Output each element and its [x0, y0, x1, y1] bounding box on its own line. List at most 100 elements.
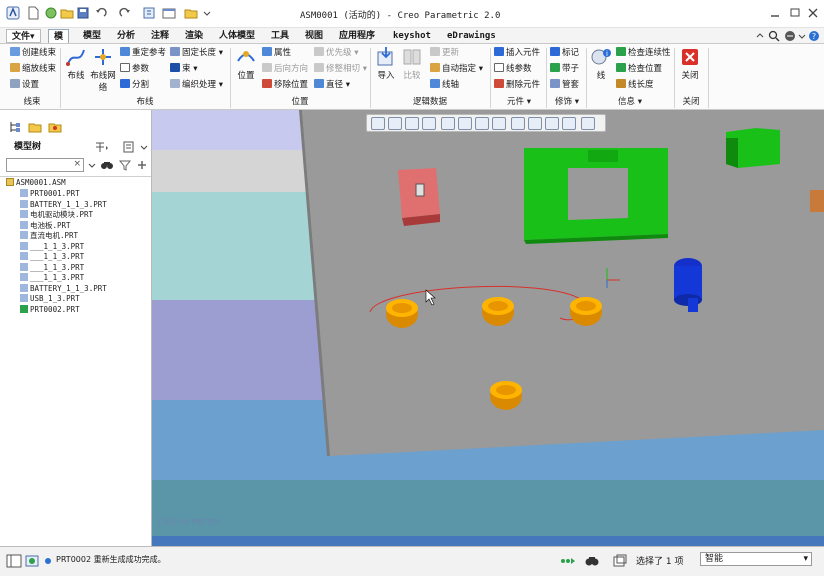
new-file-icon[interactable]: [26, 6, 40, 20]
insert-component-button[interactable]: 插入元件: [494, 47, 540, 59]
tree-item[interactable]: PRT0001.PRT: [20, 189, 80, 200]
chevron-down-icon[interactable]: [202, 6, 216, 20]
view-manager-icon[interactable]: [475, 117, 489, 130]
tab-applications[interactable]: 应用程序: [334, 29, 380, 43]
tab-model[interactable]: 模型: [78, 29, 106, 43]
graphics-viewport[interactable]: 工作区/(设 PRJCO0): [152, 110, 824, 546]
annotation-display-icon[interactable]: [581, 117, 595, 130]
braid-button[interactable]: 编织处理 ▾: [170, 79, 223, 91]
tab-annotate[interactable]: 注释: [146, 29, 174, 43]
open-icon[interactable]: [44, 6, 58, 20]
priority-button[interactable]: 优先级 ▾: [314, 47, 358, 59]
spool-button[interactable]: 线轴: [430, 79, 459, 91]
tab-file[interactable]: 文件▾: [6, 29, 41, 43]
tree-item[interactable]: PRT0002.PRT: [20, 304, 80, 316]
axis-display-icon[interactable]: [528, 117, 542, 130]
tree-item[interactable]: BATTERY_1_1_3.PRT: [20, 199, 107, 211]
tape-button[interactable]: 带子: [550, 63, 579, 75]
save-icon[interactable]: [76, 6, 90, 20]
redo-icon[interactable]: [118, 6, 132, 20]
tree-item[interactable]: 直流电机.PRT: [20, 231, 78, 242]
chevron-down-icon[interactable]: [88, 158, 96, 172]
fixed-length-button[interactable]: 固定长度 ▾: [170, 47, 223, 59]
reroute-button[interactable]: 重定参考: [120, 47, 166, 59]
selection-box-icon[interactable]: [612, 553, 628, 569]
marker-button[interactable]: 标记: [550, 47, 579, 59]
undo-icon[interactable]: [94, 6, 108, 20]
tab-keyshot[interactable]: keyshot: [388, 29, 436, 43]
tree-settings-icon[interactable]: [94, 140, 110, 154]
display-style-icon[interactable]: [441, 117, 455, 130]
wire-info-button[interactable]: i 线: [590, 46, 612, 82]
update-button[interactable]: 更新: [430, 47, 459, 59]
tab-edrawings[interactable]: eDrawings: [442, 29, 501, 43]
location-button[interactable]: 位置: [234, 46, 258, 82]
find-icon[interactable]: [100, 158, 114, 172]
folder-open-icon[interactable]: [60, 6, 74, 20]
tree-item[interactable]: 电机驱动模块.PRT: [20, 210, 93, 221]
tab-render[interactable]: 渲染: [180, 29, 208, 43]
clear-icon[interactable]: ×: [73, 159, 81, 169]
tree-search-input[interactable]: ×: [6, 158, 84, 172]
route-wire-button[interactable]: 布线: [64, 46, 88, 82]
tab-view[interactable]: 视图: [300, 29, 328, 43]
remove-location-button[interactable]: 移除位置: [262, 79, 308, 91]
auto-designate-button[interactable]: 自动指定 ▾: [430, 63, 483, 75]
help-icon[interactable]: ?: [808, 30, 820, 42]
split-button[interactable]: 分割: [120, 79, 149, 91]
delete-component-button[interactable]: 删除元件: [494, 79, 540, 91]
filter-icon[interactable]: [118, 158, 132, 172]
reverse-direction-button[interactable]: 后向方向: [262, 63, 308, 75]
point-display-icon[interactable]: [545, 117, 559, 130]
trim-tangent-button[interactable]: 修整相切 ▾: [314, 63, 367, 75]
close-icon[interactable]: [806, 7, 820, 19]
csys-display-icon[interactable]: [562, 117, 576, 130]
community-icon[interactable]: [784, 30, 796, 42]
add-icon[interactable]: [136, 158, 148, 172]
tree-item[interactable]: ___1_1_3.PRT: [20, 273, 84, 284]
orange-cup-part[interactable]: [570, 297, 602, 326]
import-button[interactable]: 导入: [374, 46, 398, 82]
tree-item[interactable]: ___1_1_3.PRT: [20, 241, 84, 253]
minimize-ribbon-icon[interactable]: [754, 30, 766, 42]
orange-cup-part[interactable]: [386, 299, 418, 328]
zoom-in-icon[interactable]: [388, 117, 402, 130]
diameter-button[interactable]: 直径 ▾: [314, 79, 350, 91]
tree-item[interactable]: USB_1_3.PRT: [20, 294, 80, 305]
tree-item[interactable]: ___1_1_3.PRT: [20, 252, 84, 263]
tree-item[interactable]: ___1_1_3.PRT: [20, 262, 84, 274]
nav-toggle-icon[interactable]: [6, 553, 22, 569]
perspective-icon[interactable]: [492, 117, 506, 130]
create-harness-button[interactable]: 创建线束: [10, 47, 56, 59]
regenerate-icon[interactable]: [142, 6, 156, 20]
minimize-icon[interactable]: [768, 7, 782, 19]
check-location-button[interactable]: 检查位置: [616, 63, 662, 75]
compare-button[interactable]: 比较: [400, 46, 424, 82]
parameters-button[interactable]: 参数: [120, 63, 149, 75]
folder-browser-icon[interactable]: [28, 120, 42, 134]
tab-analysis[interactable]: 分析: [112, 29, 140, 43]
find-icon[interactable]: [584, 553, 600, 569]
maximize-icon[interactable]: [788, 7, 802, 19]
search-icon[interactable]: [768, 30, 780, 42]
zoom-out-icon[interactable]: [405, 117, 419, 130]
model-tree-nav-icon[interactable]: [8, 120, 22, 134]
chevron-down-icon[interactable]: [140, 140, 148, 154]
orange-cup-part[interactable]: [490, 381, 522, 410]
tab-harness[interactable]: 模: [48, 29, 70, 43]
check-continuity-button[interactable]: 检查连续性: [616, 47, 671, 59]
tab-manikin[interactable]: 人体模型: [214, 29, 260, 43]
browser-toggle-icon[interactable]: [24, 553, 40, 569]
setup-button[interactable]: 设置: [10, 79, 39, 91]
tab-tools[interactable]: 工具: [266, 29, 294, 43]
wire-params-button[interactable]: 线参数: [494, 63, 532, 75]
route-network-button[interactable]: 布线网络: [90, 46, 116, 93]
properties-button[interactable]: 属性: [262, 47, 291, 59]
show-icon[interactable]: [122, 140, 138, 154]
scale-harness-button[interactable]: 缩放线束: [10, 63, 56, 75]
selection-filter-select[interactable]: 智能 ▾: [700, 552, 812, 566]
sleeve-button[interactable]: 管套: [550, 79, 579, 91]
close-harness-button[interactable]: 关闭: [678, 46, 702, 82]
model-tree-tab[interactable]: 模型树: [6, 140, 49, 154]
refit-icon[interactable]: [371, 117, 385, 130]
